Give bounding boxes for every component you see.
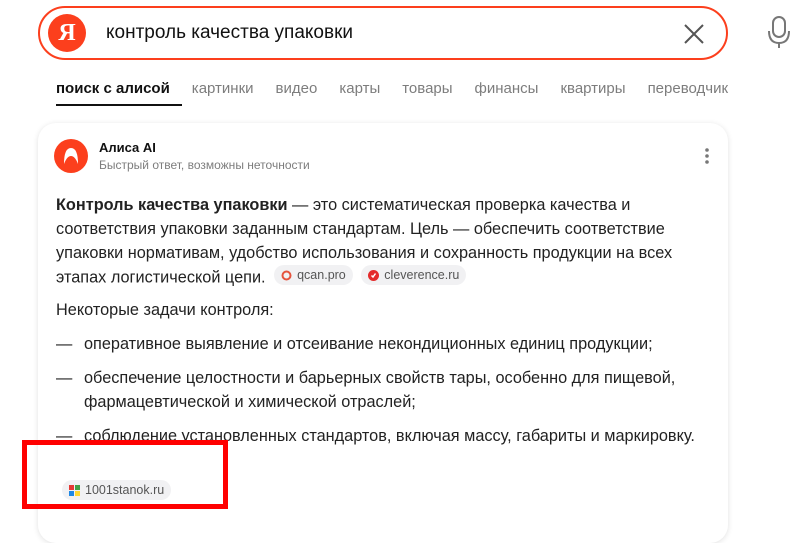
list-item-text: оперативное выявление и отсеивание некон… xyxy=(84,334,653,353)
tab-translator[interactable]: переводчик xyxy=(648,80,728,97)
tab-maps[interactable]: карты xyxy=(339,80,380,97)
list-dash: — xyxy=(56,334,73,353)
assistant-disclaimer: Быстрый ответ, возможны неточности xyxy=(99,158,310,172)
answer-term: Контроль качества упаковки xyxy=(56,196,288,214)
tasks-heading: Некоторые задачи контроля: xyxy=(56,300,274,319)
search-tabs: поиск с алисой картинки видео карты това… xyxy=(56,80,728,97)
qcan-favicon-icon xyxy=(281,270,292,280)
highlight-annotation-box xyxy=(22,440,228,509)
search-input[interactable] xyxy=(106,18,666,48)
tab-alice-search[interactable]: поиск с алисой xyxy=(56,80,170,97)
tab-products[interactable]: товары xyxy=(402,80,452,97)
cleverence-favicon-icon xyxy=(368,269,380,281)
tab-apartments[interactable]: квартиры xyxy=(560,80,625,97)
more-options-icon[interactable] xyxy=(704,147,710,165)
tab-finance[interactable]: финансы xyxy=(475,80,539,97)
yandex-logo[interactable]: Я xyxy=(48,14,86,52)
source-label: cleverence.ru xyxy=(384,268,460,282)
answer-content: Контроль качества упаковки — это система… xyxy=(56,193,706,448)
answer-intro: Контроль качества упаковки — это система… xyxy=(56,193,706,290)
microphone-icon[interactable] xyxy=(768,16,790,48)
tab-video[interactable]: видео xyxy=(276,80,318,97)
alice-logo-icon xyxy=(54,139,88,173)
search-bar[interactable]: Я xyxy=(38,6,728,60)
list-item: — обеспечение целостности и барьерных св… xyxy=(56,366,706,414)
list-item-text: обеспечение целостности и барьерных свой… xyxy=(84,368,676,411)
close-icon[interactable] xyxy=(682,22,706,46)
source-chip[interactable]: qcan.pro xyxy=(274,265,353,285)
active-tab-indicator xyxy=(56,104,182,106)
list-item: — оперативное выявление и отсеивание нек… xyxy=(56,332,706,356)
tab-images[interactable]: картинки xyxy=(192,80,254,97)
source-chip[interactable]: cleverence.ru xyxy=(361,265,467,285)
source-label: qcan.pro xyxy=(297,268,346,282)
list-dash: — xyxy=(56,368,73,387)
assistant-name: Алиса AI xyxy=(99,140,156,155)
